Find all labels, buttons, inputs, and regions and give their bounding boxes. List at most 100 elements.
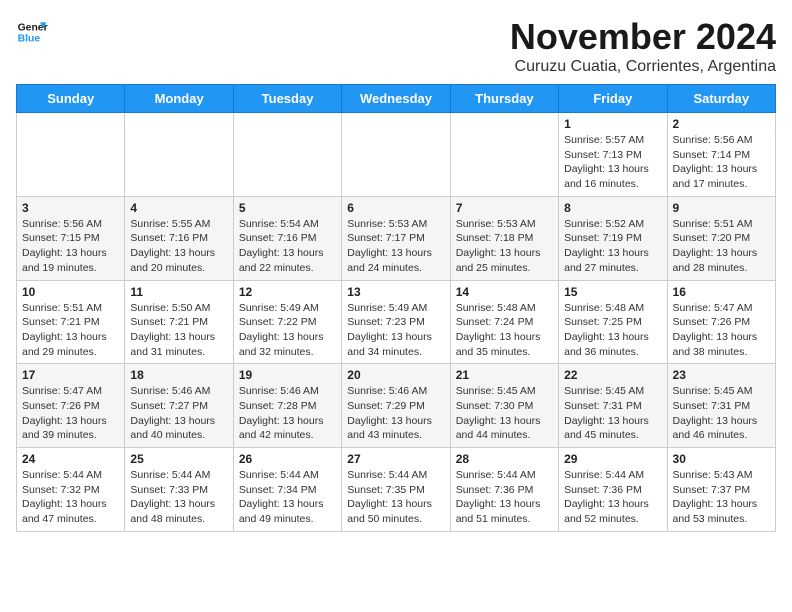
- calendar-cell: 30 Sunrise: 5:43 AM Sunset: 7:37 PM Dayli…: [667, 448, 775, 532]
- day-number: 29: [564, 452, 661, 466]
- calendar-cell: 26 Sunrise: 5:44 AM Sunset: 7:34 PM Dayli…: [233, 448, 341, 532]
- cell-sun-info: Sunrise: 5:43 AM Sunset: 7:37 PM Dayligh…: [673, 468, 770, 527]
- calendar-cell: 12 Sunrise: 5:49 AM Sunset: 7:22 PM Dayli…: [233, 280, 341, 364]
- page-header: General Blue November 2024 Curuzu Cuatia…: [16, 16, 776, 76]
- cell-sun-info: Sunrise: 5:49 AM Sunset: 7:23 PM Dayligh…: [347, 301, 444, 360]
- day-number: 24: [22, 452, 119, 466]
- cell-sun-info: Sunrise: 5:45 AM Sunset: 7:31 PM Dayligh…: [673, 384, 770, 443]
- cell-sun-info: Sunrise: 5:44 AM Sunset: 7:36 PM Dayligh…: [456, 468, 553, 527]
- cell-sun-info: Sunrise: 5:55 AM Sunset: 7:16 PM Dayligh…: [130, 217, 227, 276]
- calendar-cell: [450, 113, 558, 197]
- cell-sun-info: Sunrise: 5:49 AM Sunset: 7:22 PM Dayligh…: [239, 301, 336, 360]
- cell-sun-info: Sunrise: 5:53 AM Sunset: 7:18 PM Dayligh…: [456, 217, 553, 276]
- day-number: 14: [456, 285, 553, 299]
- day-number: 18: [130, 368, 227, 382]
- calendar-cell: 19Sunrise: 5:46 AM Sunset: 7:28 PM Dayli…: [233, 364, 341, 448]
- calendar-cell: 9Sunrise: 5:51 AM Sunset: 7:20 PM Daylig…: [667, 196, 775, 280]
- calendar-cell: 21Sunrise: 5:45 AM Sunset: 7:30 PM Dayli…: [450, 364, 558, 448]
- calendar-cell: 22Sunrise: 5:45 AM Sunset: 7:31 PM Dayli…: [559, 364, 667, 448]
- day-number: 16: [673, 285, 770, 299]
- logo-icon: General Blue: [16, 16, 48, 48]
- calendar-cell: [342, 113, 450, 197]
- calendar-cell: 4 Sunrise: 5:55 AM Sunset: 7:16 PM Daylig…: [125, 196, 233, 280]
- calendar-cell: 5 Sunrise: 5:54 AM Sunset: 7:16 PM Daylig…: [233, 196, 341, 280]
- day-number: 8: [564, 201, 661, 215]
- cell-sun-info: Sunrise: 5:57 AM Sunset: 7:13 PM Dayligh…: [564, 133, 661, 192]
- day-number: 4: [130, 201, 227, 215]
- calendar-header-row: SundayMondayTuesdayWednesdayThursdayFrid…: [17, 85, 776, 113]
- calendar-cell: 29 Sunrise: 5:44 AM Sunset: 7:36 PM Dayli…: [559, 448, 667, 532]
- calendar-cell: 7 Sunrise: 5:53 AM Sunset: 7:18 PM Daylig…: [450, 196, 558, 280]
- calendar-cell: 18 Sunrise: 5:46 AM Sunset: 7:27 PM Dayli…: [125, 364, 233, 448]
- calendar-week-row: 24Sunrise: 5:44 AM Sunset: 7:32 PM Dayli…: [17, 448, 776, 532]
- calendar-cell: 6 Sunrise: 5:53 AM Sunset: 7:17 PM Daylig…: [342, 196, 450, 280]
- calendar-week-row: 17Sunrise: 5:47 AM Sunset: 7:26 PM Dayli…: [17, 364, 776, 448]
- day-of-week-header: Tuesday: [233, 85, 341, 113]
- calendar-cell: 3 Sunrise: 5:56 AM Sunset: 7:15 PM Daylig…: [17, 196, 125, 280]
- location-subtitle: Curuzu Cuatia, Corrientes, Argentina: [510, 58, 776, 76]
- calendar-cell: 24Sunrise: 5:44 AM Sunset: 7:32 PM Dayli…: [17, 448, 125, 532]
- calendar-cell: 23 Sunrise: 5:45 AM Sunset: 7:31 PM Dayli…: [667, 364, 775, 448]
- day-number: 9: [673, 201, 770, 215]
- calendar-week-row: 3 Sunrise: 5:56 AM Sunset: 7:15 PM Daylig…: [17, 196, 776, 280]
- calendar-cell: 10 Sunrise: 5:51 AM Sunset: 7:21 PM Dayli…: [17, 280, 125, 364]
- day-number: 3: [22, 201, 119, 215]
- cell-sun-info: Sunrise: 5:46 AM Sunset: 7:27 PM Dayligh…: [130, 384, 227, 443]
- cell-sun-info: Sunrise: 5:44 AM Sunset: 7:36 PM Dayligh…: [564, 468, 661, 527]
- cell-sun-info: Sunrise: 5:52 AM Sunset: 7:19 PM Dayligh…: [564, 217, 661, 276]
- cell-sun-info: Sunrise: 5:56 AM Sunset: 7:15 PM Dayligh…: [22, 217, 119, 276]
- calendar-cell: 17Sunrise: 5:47 AM Sunset: 7:26 PM Dayli…: [17, 364, 125, 448]
- day-of-week-header: Friday: [559, 85, 667, 113]
- calendar-cell: 8 Sunrise: 5:52 AM Sunset: 7:19 PM Daylig…: [559, 196, 667, 280]
- day-of-week-header: Wednesday: [342, 85, 450, 113]
- cell-sun-info: Sunrise: 5:44 AM Sunset: 7:34 PM Dayligh…: [239, 468, 336, 527]
- cell-sun-info: Sunrise: 5:44 AM Sunset: 7:33 PM Dayligh…: [130, 468, 227, 527]
- calendar-cell: 28Sunrise: 5:44 AM Sunset: 7:36 PM Dayli…: [450, 448, 558, 532]
- title-block: November 2024 Curuzu Cuatia, Corrientes,…: [510, 16, 776, 76]
- day-number: 25: [130, 452, 227, 466]
- calendar-cell: 27 Sunrise: 5:44 AM Sunset: 7:35 PM Dayli…: [342, 448, 450, 532]
- day-number: 23: [673, 368, 770, 382]
- calendar-cell: 1 Sunrise: 5:57 AM Sunset: 7:13 PM Daylig…: [559, 113, 667, 197]
- calendar-cell: 11 Sunrise: 5:50 AM Sunset: 7:21 PM Dayli…: [125, 280, 233, 364]
- day-number: 13: [347, 285, 444, 299]
- day-of-week-header: Saturday: [667, 85, 775, 113]
- cell-sun-info: Sunrise: 5:53 AM Sunset: 7:17 PM Dayligh…: [347, 217, 444, 276]
- calendar-cell: 2Sunrise: 5:56 AM Sunset: 7:14 PM Daylig…: [667, 113, 775, 197]
- cell-sun-info: Sunrise: 5:54 AM Sunset: 7:16 PM Dayligh…: [239, 217, 336, 276]
- day-number: 17: [22, 368, 119, 382]
- calendar-cell: [233, 113, 341, 197]
- day-number: 6: [347, 201, 444, 215]
- day-number: 26: [239, 452, 336, 466]
- day-number: 15: [564, 285, 661, 299]
- svg-text:Blue: Blue: [18, 34, 41, 45]
- calendar-cell: 25 Sunrise: 5:44 AM Sunset: 7:33 PM Dayli…: [125, 448, 233, 532]
- day-number: 22: [564, 368, 661, 382]
- logo: General Blue: [16, 16, 48, 48]
- day-number: 12: [239, 285, 336, 299]
- day-number: 10: [22, 285, 119, 299]
- day-number: 1: [564, 117, 661, 131]
- calendar-cell: [17, 113, 125, 197]
- cell-sun-info: Sunrise: 5:48 AM Sunset: 7:25 PM Dayligh…: [564, 301, 661, 360]
- day-of-week-header: Thursday: [450, 85, 558, 113]
- calendar-cell: 14Sunrise: 5:48 AM Sunset: 7:24 PM Dayli…: [450, 280, 558, 364]
- cell-sun-info: Sunrise: 5:46 AM Sunset: 7:29 PM Dayligh…: [347, 384, 444, 443]
- calendar-cell: 13 Sunrise: 5:49 AM Sunset: 7:23 PM Dayli…: [342, 280, 450, 364]
- day-number: 30: [673, 452, 770, 466]
- cell-sun-info: Sunrise: 5:50 AM Sunset: 7:21 PM Dayligh…: [130, 301, 227, 360]
- cell-sun-info: Sunrise: 5:56 AM Sunset: 7:14 PM Dayligh…: [673, 133, 770, 192]
- cell-sun-info: Sunrise: 5:51 AM Sunset: 7:21 PM Dayligh…: [22, 301, 119, 360]
- cell-sun-info: Sunrise: 5:44 AM Sunset: 7:35 PM Dayligh…: [347, 468, 444, 527]
- day-number: 5: [239, 201, 336, 215]
- calendar-cell: 15 Sunrise: 5:48 AM Sunset: 7:25 PM Dayli…: [559, 280, 667, 364]
- day-number: 27: [347, 452, 444, 466]
- calendar-table: SundayMondayTuesdayWednesdayThursdayFrid…: [16, 84, 776, 532]
- day-number: 21: [456, 368, 553, 382]
- day-number: 11: [130, 285, 227, 299]
- day-number: 20: [347, 368, 444, 382]
- calendar-week-row: 10 Sunrise: 5:51 AM Sunset: 7:21 PM Dayli…: [17, 280, 776, 364]
- day-number: 7: [456, 201, 553, 215]
- calendar-week-row: 1 Sunrise: 5:57 AM Sunset: 7:13 PM Daylig…: [17, 113, 776, 197]
- calendar-cell: [125, 113, 233, 197]
